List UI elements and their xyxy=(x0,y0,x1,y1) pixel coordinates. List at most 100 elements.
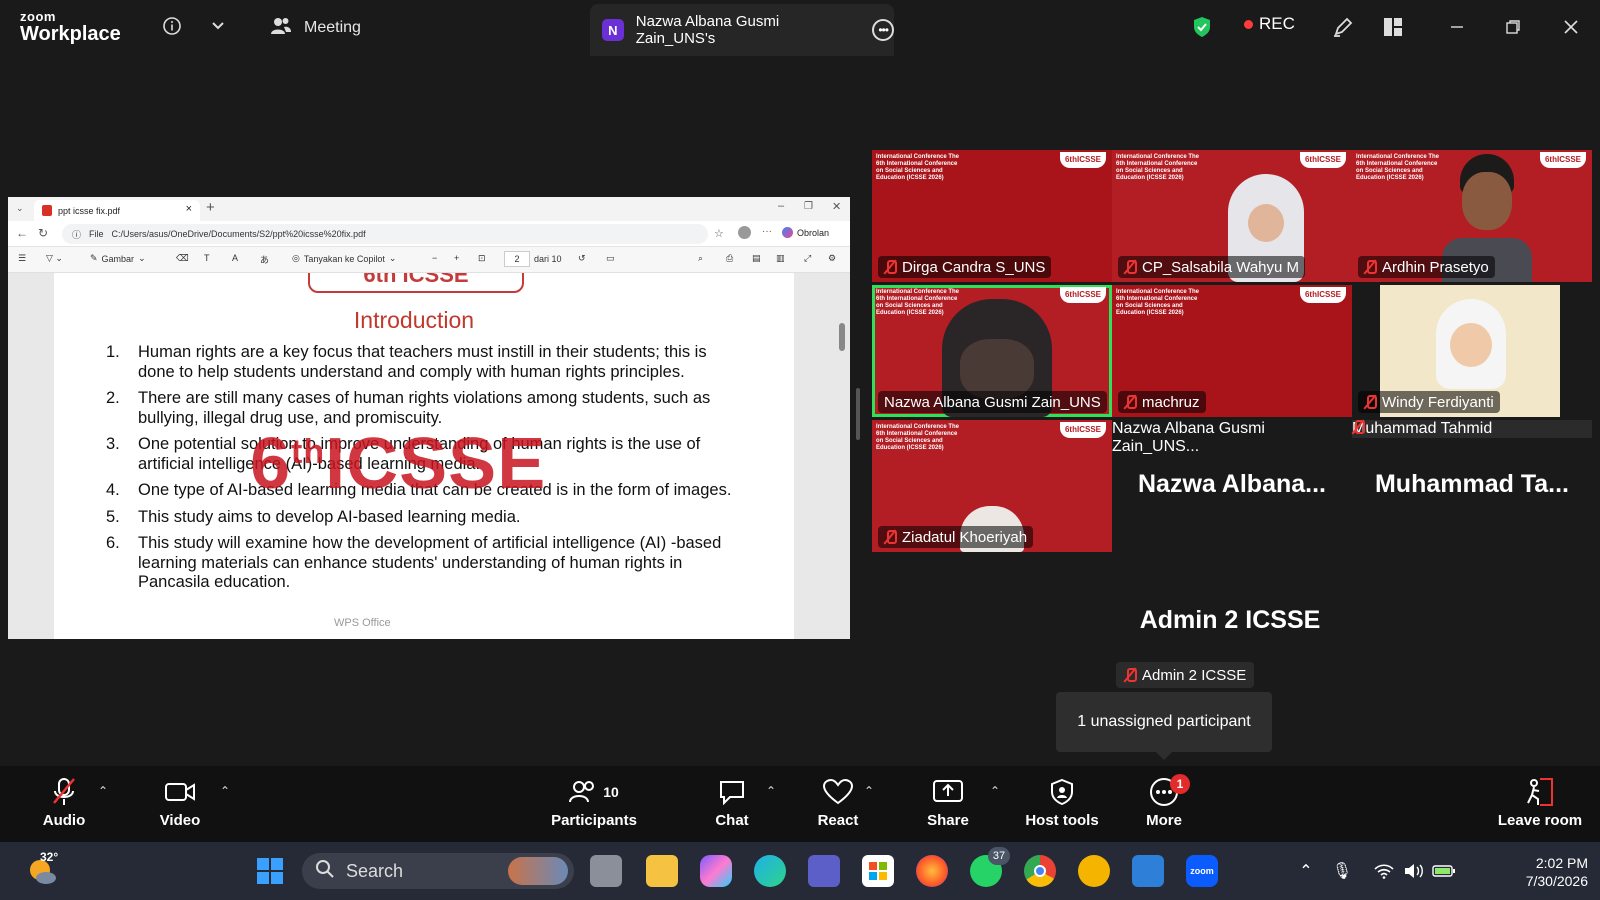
refresh-icon[interactable]: ↻ xyxy=(38,226,48,240)
highlight-icon[interactable]: ▽ ⌄ xyxy=(46,253,63,264)
store-icon[interactable] xyxy=(862,855,894,887)
fullscreen-icon[interactable]: ⤢ xyxy=(804,253,811,264)
video-button[interactable]: Video xyxy=(130,774,230,829)
pdf-scrollbar[interactable] xyxy=(836,273,846,639)
mic-tray-icon[interactable]: 🎙︎ xyxy=(1326,855,1358,887)
clock-date: 7/30/2026 xyxy=(1525,873,1588,889)
restore-icon[interactable] xyxy=(1500,14,1526,40)
taskbar-search[interactable]: Search xyxy=(302,853,574,889)
share-button[interactable]: Share xyxy=(898,774,998,829)
host-tools-button[interactable]: Host tools xyxy=(1012,774,1112,829)
mic-muted-icon xyxy=(1124,395,1137,409)
file-explorer-icon[interactable] xyxy=(646,855,678,887)
zoom-out-icon[interactable]: − xyxy=(432,253,437,263)
minimize-icon[interactable] xyxy=(1444,14,1470,40)
zoom-app-icon[interactable]: zoom xyxy=(1186,855,1218,887)
recording-indicator[interactable]: REC xyxy=(1244,14,1295,34)
back-icon[interactable]: ← xyxy=(16,226,28,240)
participants-button[interactable]: 10 Participants xyxy=(544,774,644,829)
taskbar-clock[interactable]: 2:02 PM 7/30/2026 xyxy=(1488,854,1588,890)
browser-close-icon[interactable]: ✕ xyxy=(832,200,841,213)
copilot-button[interactable]: Obrolan xyxy=(782,227,829,238)
browser-tab[interactable]: ppt icsse fix.pdf × xyxy=(34,200,200,221)
chevron-down-icon[interactable] xyxy=(206,14,230,38)
audio-label: Audio xyxy=(42,812,86,829)
profile-avatar[interactable] xyxy=(738,226,751,239)
edge-icon[interactable] xyxy=(754,855,786,887)
page-number-input[interactable]: 2 xyxy=(504,251,530,267)
firefox-icon[interactable] xyxy=(916,855,948,887)
contents-icon[interactable]: ☰ xyxy=(18,253,26,264)
shield-icon[interactable] xyxy=(1190,14,1214,40)
eraser-icon[interactable]: ⌫ xyxy=(176,253,189,264)
menu-dots-icon[interactable]: ··· xyxy=(762,226,772,237)
print-icon[interactable]: ⎙ xyxy=(726,253,733,264)
chrome-icon[interactable] xyxy=(1024,855,1056,887)
settings-icon[interactable]: ⚙ xyxy=(828,253,836,264)
volume-icon[interactable] xyxy=(1398,855,1430,887)
participant-tile[interactable]: International Conference The 6th Interna… xyxy=(1112,285,1352,417)
copilot-label: Obrolan xyxy=(797,227,830,238)
participant-tile[interactable]: International Conference The 6th Interna… xyxy=(872,420,1112,552)
photos-icon[interactable] xyxy=(1132,855,1164,887)
participant-tile[interactable]: International Conference The 6th Interna… xyxy=(872,150,1112,282)
zoom-in-icon[interactable]: + xyxy=(454,253,459,263)
weather-widget[interactable]: 32° xyxy=(26,850,66,890)
new-tab-icon[interactable]: + xyxy=(206,199,215,216)
participant-tile[interactable]: International Conference The 6th Interna… xyxy=(1112,150,1352,282)
draw-tool[interactable]: ✎ Gambar ⌄ xyxy=(90,253,146,264)
task-view-icon[interactable] xyxy=(590,855,622,887)
active-tab[interactable]: N Nazwa Albana Gusmi Zain_UNS's ••• xyxy=(590,4,895,56)
meeting-tab[interactable]: Meeting xyxy=(270,14,361,42)
more-options-icon[interactable]: ••• xyxy=(872,19,895,41)
whatsapp-icon[interactable]: 37 xyxy=(970,847,1010,887)
react-options-caret-icon[interactable]: ⌃ xyxy=(864,784,874,798)
participant-tile[interactable]: Windy Ferdiyanti xyxy=(1352,285,1592,417)
chat-button[interactable]: Chat xyxy=(682,774,782,829)
annotate-icon[interactable] xyxy=(1330,14,1356,40)
rotate-icon[interactable]: ↺ xyxy=(578,253,586,264)
audio-button[interactable]: Audio xyxy=(14,774,114,829)
chat-options-caret-icon[interactable]: ⌃ xyxy=(766,784,776,798)
tab-close-icon[interactable]: × xyxy=(186,203,192,215)
page-view-icon[interactable]: ▭ xyxy=(606,253,615,264)
wifi-icon[interactable] xyxy=(1368,855,1400,887)
text-box-icon[interactable]: T xyxy=(204,253,210,263)
copilot-app-icon[interactable] xyxy=(700,855,732,887)
find-icon[interactable]: ⌕ xyxy=(698,253,703,264)
read-aloud-icon[interactable]: A xyxy=(232,253,238,263)
save-as-icon[interactable]: ▥ xyxy=(776,253,785,264)
more-button[interactable]: 1 More xyxy=(1114,774,1214,829)
show-hidden-icons-chevron-icon[interactable]: ⌃ xyxy=(1290,855,1322,887)
info-icon[interactable] xyxy=(160,14,184,38)
admin-name-label[interactable]: Admin 2 ICSSE xyxy=(1116,662,1255,688)
tab-list-chevron-icon[interactable]: ⌄ xyxy=(16,203,24,214)
participant-tile-active-speaker[interactable]: International Conference The 6th Interna… xyxy=(872,285,1112,417)
resize-splitter[interactable] xyxy=(856,388,860,440)
teams-icon[interactable] xyxy=(808,855,840,887)
ask-copilot-tool[interactable]: ◎ Tanyakan ke Copilot ⌄ xyxy=(292,253,396,264)
share-options-caret-icon[interactable]: ⌃ xyxy=(990,784,1000,798)
start-icon[interactable] xyxy=(254,855,286,887)
scroll-thumb[interactable] xyxy=(839,323,845,351)
norton-icon[interactable] xyxy=(1078,855,1110,887)
url-field[interactable]: ⓘ File C:/Users/asus/OneDrive/Documents/… xyxy=(62,224,708,244)
battery-icon[interactable] xyxy=(1428,855,1460,887)
translate-icon[interactable]: あ xyxy=(260,253,269,266)
pdf-viewport[interactable]: 6th ICSSE Introduction 1. Human rights ar… xyxy=(8,273,850,639)
layout-icon[interactable] xyxy=(1380,14,1406,40)
save-icon[interactable]: ▤ xyxy=(752,253,761,264)
browser-restore-icon[interactable]: ❐ xyxy=(804,201,813,212)
browser-minimize-icon[interactable]: – xyxy=(778,200,784,212)
leave-room-button[interactable]: Leave room xyxy=(1490,774,1590,829)
participant-tile-no-video[interactable]: Muhammad Ta... Muhammad Tahmid xyxy=(1352,420,1592,552)
participant-tile[interactable]: International Conference The 6th Interna… xyxy=(1352,150,1592,282)
fit-page-icon[interactable]: ⊡ xyxy=(478,253,486,264)
react-button[interactable]: React xyxy=(788,774,888,829)
favorites-icon[interactable]: ☆ xyxy=(714,227,724,240)
video-options-caret-icon[interactable]: ⌃ xyxy=(220,784,230,798)
audio-options-caret-icon[interactable]: ⌃ xyxy=(98,784,108,798)
shared-screen[interactable]: ⌄ ppt icsse fix.pdf × + – ❐ ✕ ← ↻ ⓘ File… xyxy=(8,197,850,639)
close-icon[interactable] xyxy=(1558,14,1584,40)
participant-tile-no-video[interactable]: Nazwa Albana... Nazwa Albana Gusmi Zain_… xyxy=(1112,420,1352,552)
